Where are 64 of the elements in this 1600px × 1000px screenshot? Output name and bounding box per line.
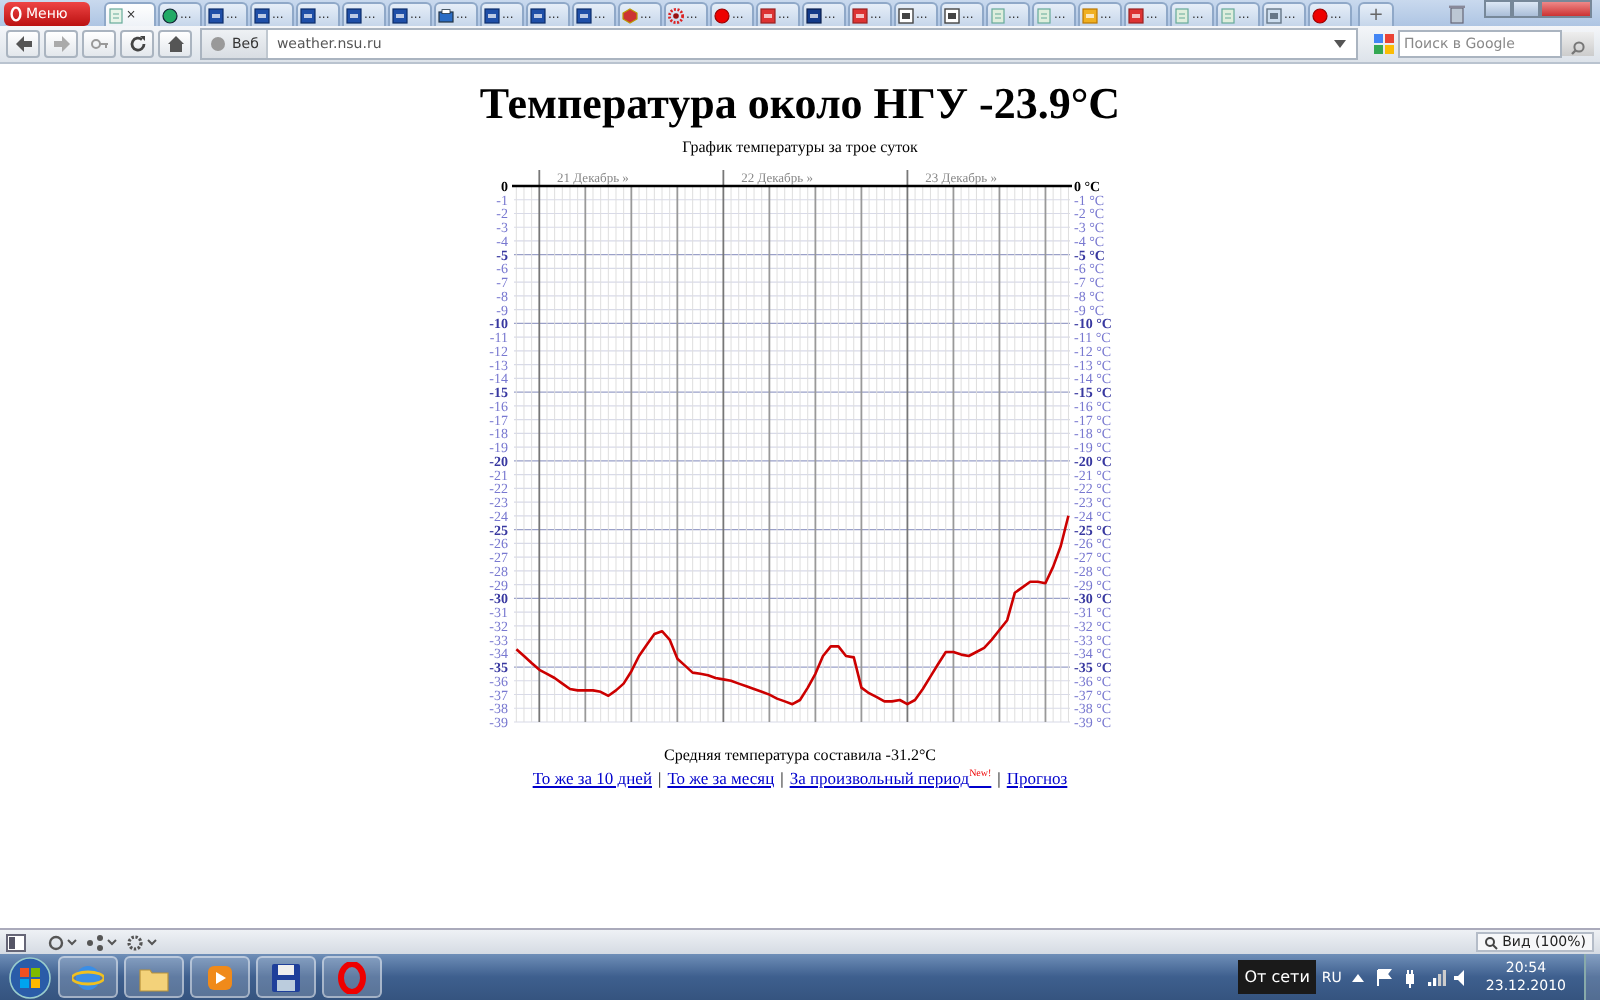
document-icon	[990, 7, 1006, 23]
separator: |	[997, 768, 1001, 788]
back-button[interactable]	[6, 30, 40, 58]
sync-icon[interactable]	[46, 933, 78, 951]
signal-icon[interactable]	[1425, 967, 1446, 987]
square-icon	[1082, 7, 1098, 23]
square-icon	[760, 7, 776, 23]
square-icon	[576, 7, 592, 23]
share-icon[interactable]	[86, 933, 118, 951]
home-button[interactable]	[158, 30, 192, 58]
ring-icon	[10, 6, 22, 22]
nav-link[interactable]: Прогноз	[1006, 768, 1068, 788]
square-icon	[208, 7, 224, 23]
taskbar-app[interactable]	[322, 956, 382, 998]
nav-link[interactable]: То же за 10 дней	[532, 768, 652, 788]
square-icon	[346, 7, 362, 23]
document-icon	[108, 7, 124, 23]
reload-button[interactable]	[120, 30, 154, 58]
taskbar-app[interactable]	[256, 956, 316, 998]
arrow-left-icon	[13, 34, 33, 54]
flag-icon[interactable]	[1373, 967, 1394, 987]
square-icon	[1128, 7, 1144, 23]
minimize-button[interactable]	[1484, 0, 1512, 18]
home-icon	[165, 34, 185, 54]
dropdown-icon[interactable]	[1332, 38, 1348, 50]
gear-icon	[668, 7, 684, 23]
picture-icon	[1266, 7, 1282, 23]
square-icon	[806, 7, 822, 23]
circle-icon	[1312, 7, 1328, 23]
arrow-right-icon	[51, 34, 71, 54]
new-tab-button[interactable]: +	[1358, 2, 1394, 26]
gear-icon[interactable]	[126, 933, 158, 951]
maximize-button[interactable]	[1512, 0, 1540, 18]
square-icon	[392, 7, 408, 23]
page-title: Температура около НГУ -23.9°C	[479, 78, 1121, 130]
search-icon	[1570, 40, 1586, 56]
blocks-icon	[1374, 34, 1394, 54]
window-icon	[898, 7, 914, 23]
nav-link[interactable]: То же за месяц	[667, 768, 775, 788]
document-icon	[1036, 7, 1052, 23]
document-icon	[1174, 7, 1190, 23]
tray-icon	[438, 7, 454, 23]
square-icon	[254, 7, 270, 23]
magnifier-icon	[1484, 935, 1499, 949]
separator: |	[658, 768, 662, 788]
nav-link[interactable]: За произвольный период$^{New!}$	[789, 768, 992, 788]
chart-title: График температуры за трое суток	[682, 138, 918, 158]
square-icon	[530, 7, 546, 23]
taskbar-app[interactable]	[190, 956, 250, 998]
square-icon	[484, 7, 500, 23]
square-icon	[852, 7, 868, 23]
ring-icon	[336, 961, 368, 993]
square-icon	[300, 7, 316, 23]
window-icon	[944, 7, 960, 23]
separator: |	[780, 768, 784, 788]
circle-icon	[714, 7, 730, 23]
search-button[interactable]	[1562, 32, 1594, 56]
start-button[interactable]	[8, 955, 52, 999]
average-text: Средняя температура составила -31.2°C	[664, 746, 936, 764]
play-icon	[204, 961, 236, 993]
key-icon	[89, 34, 109, 54]
document-icon	[1220, 7, 1236, 23]
network-tooltip: От сети	[1238, 960, 1316, 994]
reload-icon	[127, 34, 147, 54]
